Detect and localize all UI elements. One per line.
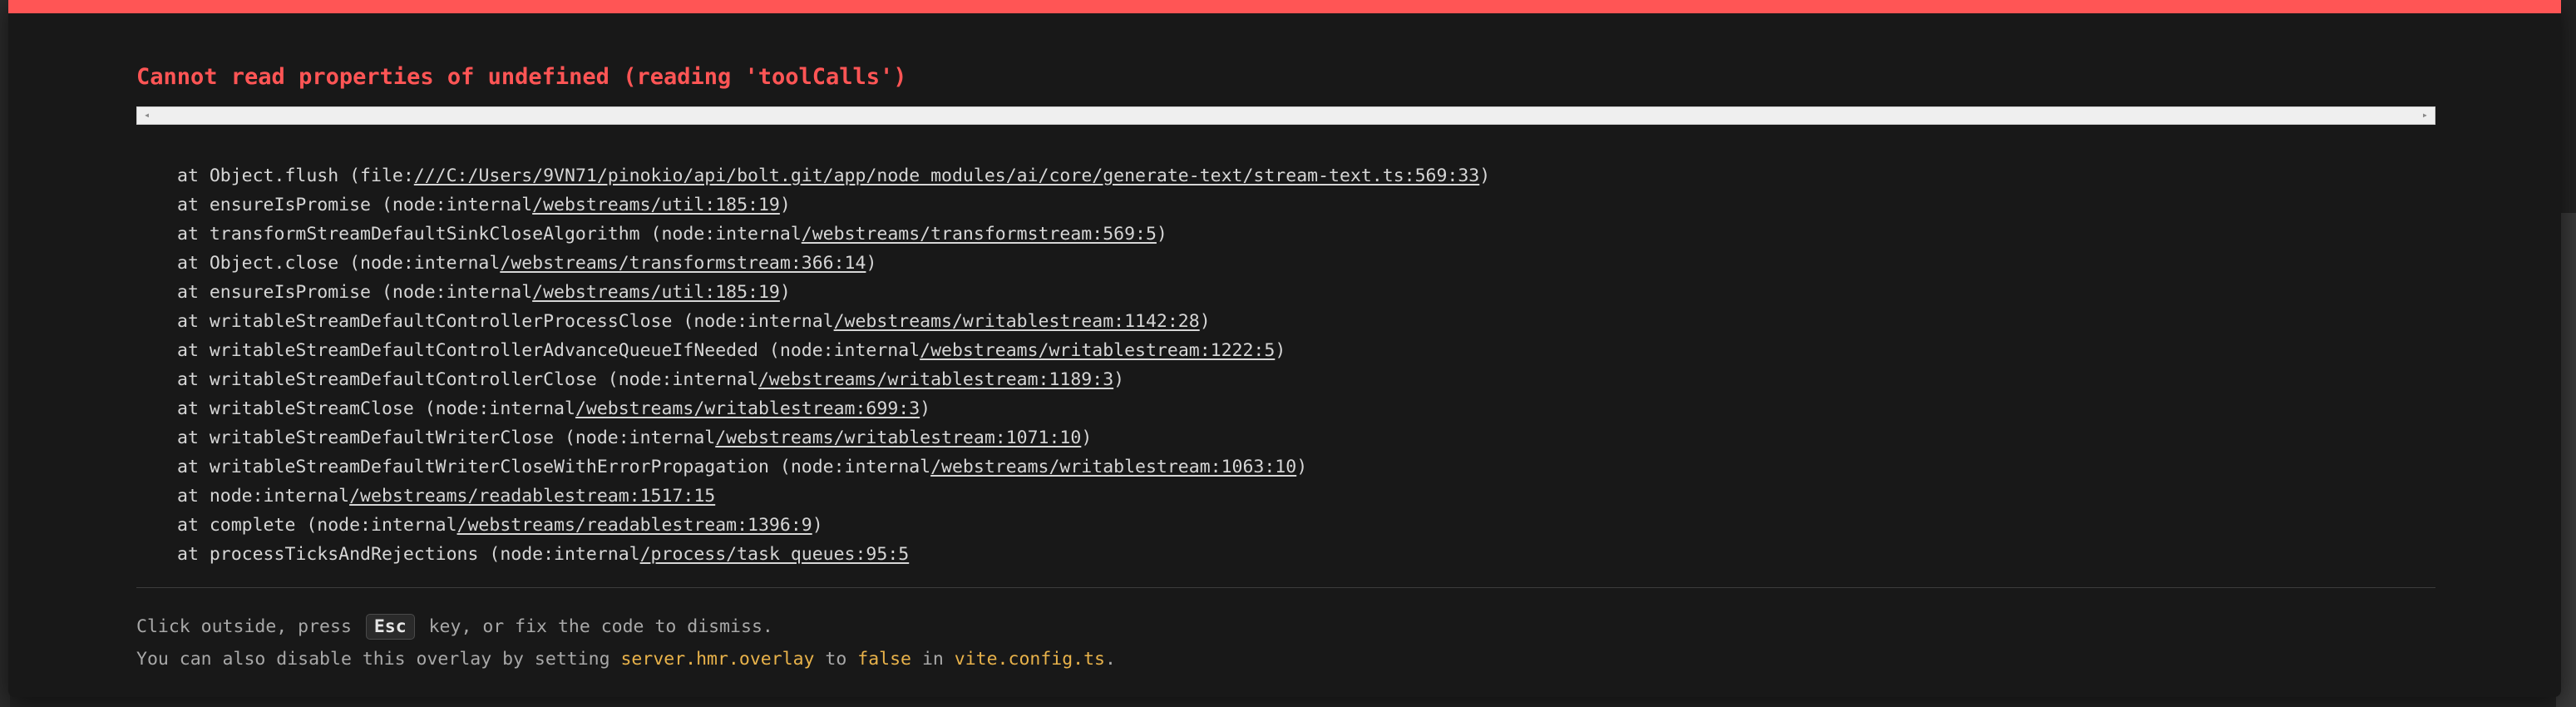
config-file: vite.config.ts <box>954 649 1105 670</box>
stack-frame: at processTicksAndRejections (node:inter… <box>177 544 910 565</box>
scroll-left-icon[interactable]: ◂ <box>144 109 150 121</box>
scroll-right-icon[interactable]: ▸ <box>2422 109 2428 121</box>
vite-error-overlay[interactable]: Cannot read properties of undefined (rea… <box>8 0 2561 697</box>
stack-frame: at writableStreamDefaultControllerClose … <box>177 369 1125 390</box>
stack-frame: at node:internal/webstreams/readablestre… <box>177 486 716 507</box>
overlay-divider <box>136 587 2435 588</box>
esc-key-badge: Esc <box>365 614 415 640</box>
stack-frame: at writableStreamDefaultControllerProces… <box>177 311 1211 332</box>
stack-frame-link[interactable]: /webstreams/writablestream:1189:3 <box>758 369 1113 390</box>
error-message: Cannot read properties of undefined (rea… <box>136 64 907 90</box>
stack-frame-link[interactable]: /webstreams/writablestream:699:3 <box>575 398 920 419</box>
stack-frame-link[interactable]: ///C:/Users/9VN71/pinokio/api/bolt.git/a… <box>414 166 1479 186</box>
stack-frame-link[interactable]: /webstreams/writablestream:1222:5 <box>920 340 1275 361</box>
stack-frame: at ensureIsPromise (node:internal/webstr… <box>177 195 791 215</box>
stack-frame-link[interactable]: /webstreams/writablestream:1071:10 <box>715 428 1081 448</box>
disable-overlay-tip: You can also disable this overlay by set… <box>136 649 1116 670</box>
stack-frame-link[interactable]: /webstreams/util:185:19 <box>532 195 780 215</box>
stack-frame-link[interactable]: /webstreams/writablestream:1142:28 <box>834 311 1200 332</box>
stack-frame-link[interactable]: /webstreams/writablestream:1063:10 <box>930 457 1296 477</box>
config-key: server.hmr.overlay <box>620 649 815 670</box>
dismiss-tip: Click outside, press Esc key, or fix the… <box>136 614 773 640</box>
code-frame-scrollbar[interactable]: ◂ ▸ <box>136 106 2435 125</box>
stack-frame-link[interactable]: /webstreams/readablestream:1396:9 <box>457 515 812 536</box>
stack-frame-link[interactable]: /webstreams/transformstream:569:5 <box>802 224 1157 245</box>
stack-frame: at writableStreamClose (node:internal/we… <box>177 398 931 419</box>
stack-frame: at writableStreamDefaultWriterCloseWithE… <box>177 457 1308 477</box>
stack-frame: at Object.flush (file:///C:/Users/9VN71/… <box>177 166 1491 186</box>
stack-frame-link[interactable]: /webstreams/readablestream:1517:15 <box>349 486 715 507</box>
stack-frame-link[interactable]: /webstreams/util:185:19 <box>532 282 780 303</box>
stack-frame: at Object.close (node:internal/webstream… <box>177 253 877 274</box>
config-value: false <box>857 649 911 670</box>
stack-frame-link[interactable]: /process/task_queues:95:5 <box>640 544 910 565</box>
stack-frame: at writableStreamDefaultWriterClose (nod… <box>177 428 1093 448</box>
stack-frame: at complete (node:internal/webstreams/re… <box>177 515 823 536</box>
stack-trace: at Object.flush (file:///C:/Users/9VN71/… <box>177 161 1490 569</box>
stack-frame-link[interactable]: /webstreams/transformstream:366:14 <box>500 253 866 274</box>
stack-frame: at ensureIsPromise (node:internal/webstr… <box>177 282 791 303</box>
stack-frame: at transformStreamDefaultSinkCloseAlgori… <box>177 224 1167 245</box>
stack-frame: at writableStreamDefaultControllerAdvanc… <box>177 340 1286 361</box>
